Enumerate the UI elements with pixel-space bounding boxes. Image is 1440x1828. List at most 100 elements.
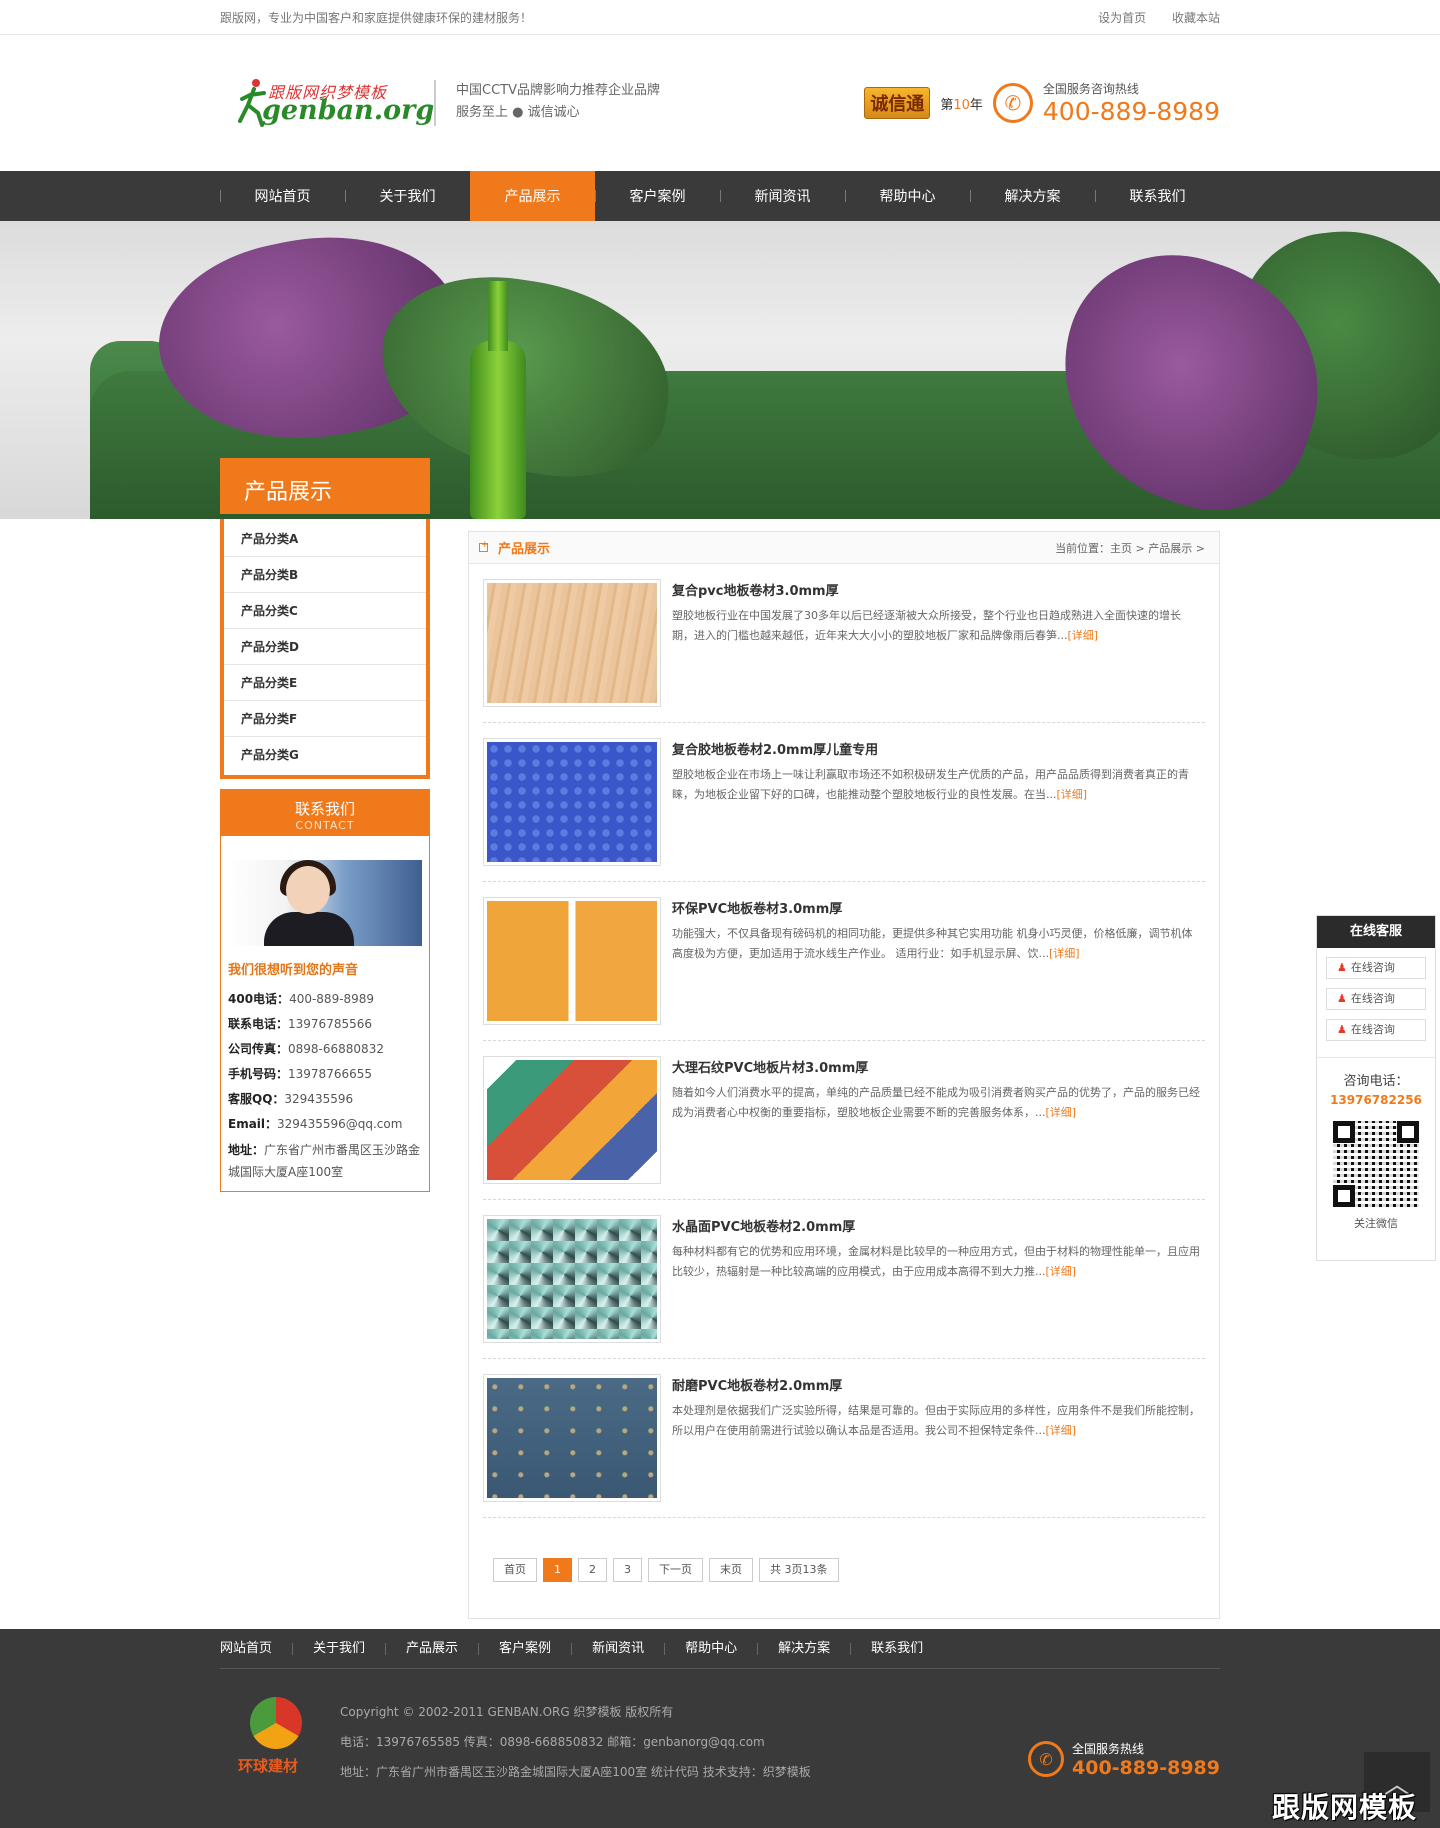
chengxintong-badge: 诚信通 <box>864 87 931 119</box>
product-panel: 产品展示 当前位置：主页 > 产品展示 > 复合pvc地板卷材3.0mm厚塑胶地… <box>468 531 1220 1619</box>
footer-address: 地址：广东省广州市番禺区玉沙路金城国际大厦A座100室 统计代码 技术支持：织梦… <box>340 1765 811 1779</box>
customer-service-photo <box>228 860 422 946</box>
header: 跟版网织梦模板 genban.org 中国CCTV品牌影响力推荐企业品牌 服务至… <box>0 35 1440 171</box>
more-link[interactable]: [详细] <box>1068 629 1099 642</box>
footer-nav-item[interactable]: 产品展示 <box>406 1642 480 1655</box>
slogan-line-2: 服务至上 ● 诚信诚心 <box>456 105 580 120</box>
product-thumbnail[interactable] <box>483 1215 661 1343</box>
nav-about[interactable]: 关于我们 <box>345 171 470 221</box>
welcome-text: 跟版网，专业为中国客户和家庭提供健康环保的建材服务！ <box>220 11 533 25</box>
qr-label: 关注微信 <box>1354 1217 1398 1230</box>
product-item: 大理石纹PVC地板片材3.0mm厚 随着如今人们消费水平的提高，单纯的产品质量已经… <box>483 1041 1205 1200</box>
pager-first[interactable]: 首页 <box>493 1558 537 1582</box>
bookmark-link[interactable]: 收藏本站 <box>1172 11 1220 25</box>
qq-icon: ♟ <box>1337 961 1347 974</box>
pager-last[interactable]: 末页 <box>709 1558 753 1582</box>
nav-products[interactable]: 产品展示 <box>470 171 595 221</box>
category-item[interactable]: 产品分类D <box>224 629 426 665</box>
slogan: 中国CCTV品牌影响力推荐企业品牌 服务至上 ● 诚信诚心 <box>434 80 660 126</box>
category-item[interactable]: 产品分类E <box>224 665 426 701</box>
product-item: 复合pvc地板卷材3.0mm厚塑胶地板行业在中国发展了30多年以后已经逐渐被大众… <box>483 564 1205 723</box>
nav-home[interactable]: 网站首页 <box>220 171 345 221</box>
slogan-line-1: 中国CCTV品牌影响力推荐企业品牌 <box>456 83 660 98</box>
category-item[interactable]: 产品分类F <box>224 701 426 737</box>
contact-subtitle: CONTACT <box>295 819 355 832</box>
nav-cases[interactable]: 客户案例 <box>595 171 720 221</box>
consult-button[interactable]: ♟ 在线咨询 <box>1326 988 1426 1010</box>
footer-nav-item[interactable]: 新闻资讯 <box>592 1642 666 1655</box>
product-item: 水晶面PVC地板卷材2.0mm厚每种材料都有它的优势和应用环境，金属材料是比较早… <box>483 1200 1205 1359</box>
product-thumbnail[interactable] <box>483 738 661 866</box>
hotline-number: 400-889-8989 <box>1042 97 1220 126</box>
logo-en: genban.org <box>262 95 435 126</box>
product-desc: 功能强大，不仅具备现有磅码机的相同功能，更提供多种其它实用功能 机身小巧灵便，价… <box>672 927 1193 960</box>
category-item[interactable]: 产品分类A <box>224 521 426 557</box>
more-link[interactable]: [详细] <box>1046 1265 1077 1278</box>
pager-page-3[interactable]: 3 <box>613 1558 642 1582</box>
footer-nav-item[interactable]: 帮助中心 <box>685 1642 759 1655</box>
pager-next[interactable]: 下一页 <box>648 1558 703 1582</box>
sidebar-title: 产品展示 <box>220 458 430 514</box>
product-title[interactable]: 复合pvc地板卷材3.0mm厚 <box>672 580 1202 599</box>
more-link[interactable]: [详细] <box>1057 788 1088 801</box>
category-item[interactable]: 产品分类C <box>224 593 426 629</box>
nav-help[interactable]: 帮助中心 <box>845 171 970 221</box>
product-title[interactable]: 耐磨PVC地板卷材2.0mm厚 <box>672 1375 1202 1394</box>
banner-image <box>0 221 1440 519</box>
category-list: 产品分类A 产品分类B 产品分类C 产品分类D 产品分类E 产品分类F 产品分类… <box>220 519 430 779</box>
product-desc: 塑胶地板行业在中国发展了30多年以后已经逐渐被大众所接受，整个行业也日趋成熟进入… <box>672 609 1181 642</box>
product-thumbnail[interactable] <box>483 579 661 707</box>
footer: 网站首页 关于我们 产品展示 客户案例 新闻资讯 帮助中心 解决方案 联系我们 环球建材 Co… <box>0 1629 1440 1828</box>
set-home-link[interactable]: 设为首页 <box>1098 11 1146 25</box>
product-thumbnail[interactable] <box>483 897 661 1025</box>
qq-icon: ♟ <box>1337 992 1347 1005</box>
plus-box-icon <box>479 540 489 552</box>
contact-row: Email：329435596@qq.com <box>228 1117 403 1131</box>
site-logo[interactable]: 跟版网织梦模板 genban.org <box>238 75 434 131</box>
footer-hotline-label: 全国服务热线 <box>1072 1741 1145 1756</box>
product-desc: 每种材料都有它的优势和应用环境，金属材料是比较早的一种应用方式，但由于材料的物理… <box>672 1245 1200 1278</box>
product-title[interactable]: 复合胶地板卷材2.0mm厚儿童专用 <box>672 739 1202 758</box>
panel-title: 产品展示 <box>498 542 551 557</box>
breadcrumb[interactable]: 当前位置：主页 > 产品展示 > <box>1055 540 1205 556</box>
more-link[interactable]: [详细] <box>1049 947 1080 960</box>
footer-nav-item[interactable]: 网站首页 <box>220 1642 294 1655</box>
more-link[interactable]: [详细] <box>1046 1106 1077 1119</box>
contact-row: 地址：广东省广州市番禺区玉沙路金城国际大厦A座100室 <box>228 1143 421 1179</box>
nav-contact[interactable]: 联系我们 <box>1095 171 1220 221</box>
pager-total: 共 3页13条 <box>759 1558 839 1582</box>
pager-page-2[interactable]: 2 <box>578 1558 607 1582</box>
pagination: 首页 1 2 3 下一页 末页 共 3页13条 <box>469 1518 1219 1582</box>
product-item: 复合胶地板卷材2.0mm厚儿童专用 塑胶地板企业在市场上一味让利赢取市场还不如积极… <box>483 723 1205 882</box>
more-link[interactable]: [详细] <box>1046 1424 1077 1437</box>
product-title[interactable]: 环保PVC地板卷材3.0mm厚 <box>672 898 1202 917</box>
consult-button[interactable]: ♟ 在线咨询 <box>1326 957 1426 979</box>
product-thumbnail[interactable] <box>483 1374 661 1502</box>
watermark: 跟版网模板 <box>1272 1791 1418 1824</box>
service-tel-label: 咨询电话： <box>1343 1074 1409 1089</box>
copyright: Copyright © 2002-2011 GENBAN.ORG 织梦模板 版权… <box>340 1705 674 1719</box>
consult-button[interactable]: ♟ 在线咨询 <box>1326 1019 1426 1041</box>
footer-nav-item[interactable]: 关于我们 <box>313 1642 387 1655</box>
service-tel: 13976782256 <box>1330 1093 1422 1107</box>
contact-row: 手机号码：13978766655 <box>228 1067 372 1081</box>
contact-title: 联系我们 <box>294 800 355 818</box>
product-desc: 本处理剂是依据我们广泛实验所得，结果是可靠的。但由于实际应用的多样性，应用条件不… <box>672 1404 1200 1437</box>
product-title[interactable]: 水晶面PVC地板卷材2.0mm厚 <box>672 1216 1202 1235</box>
category-item[interactable]: 产品分类G <box>224 737 426 773</box>
brand-mark-icon <box>250 1697 302 1749</box>
category-item[interactable]: 产品分类B <box>224 557 426 593</box>
contact-quote: 我们很想听到您的声音 <box>228 963 359 978</box>
contact-row: 公司传真：0898-66880832 <box>228 1042 384 1056</box>
product-thumbnail[interactable] <box>483 1056 661 1184</box>
footer-nav-item[interactable]: 客户案例 <box>499 1642 573 1655</box>
nav-news[interactable]: 新闻资讯 <box>720 171 845 221</box>
product-item: 环保PVC地板卷材3.0mm厚功能强大，不仅具备现有磅码机的相同功能，更提供多种… <box>483 882 1205 1041</box>
pager-page-1[interactable]: 1 <box>543 1558 572 1582</box>
product-title[interactable]: 大理石纹PVC地板片材3.0mm厚 <box>672 1057 1202 1076</box>
nav-solutions[interactable]: 解决方案 <box>970 171 1095 221</box>
footer-nav-item[interactable]: 解决方案 <box>778 1642 852 1655</box>
contact-row: 客服QQ：329435596 <box>228 1092 354 1106</box>
qq-icon: ♟ <box>1337 1023 1347 1036</box>
footer-nav-item[interactable]: 联系我们 <box>871 1642 943 1655</box>
